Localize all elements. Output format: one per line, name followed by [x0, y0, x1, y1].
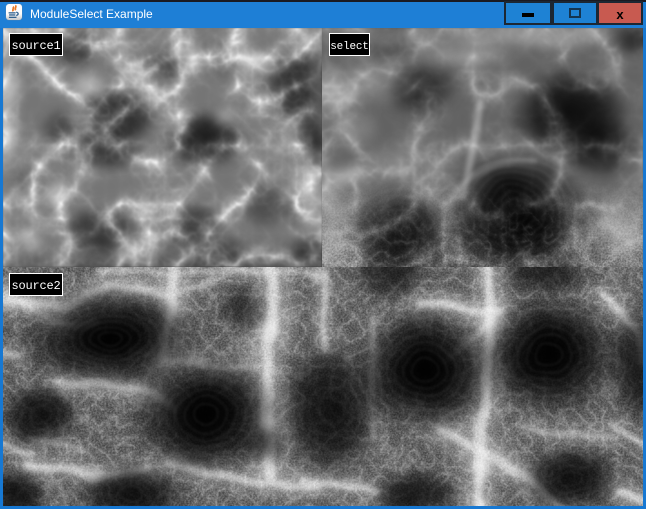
svg-text:source1: source1: [11, 39, 60, 53]
svg-text:select: select: [330, 41, 368, 53]
svg-text:source2: source2: [11, 279, 60, 293]
svg-text:x: x: [616, 7, 624, 22]
